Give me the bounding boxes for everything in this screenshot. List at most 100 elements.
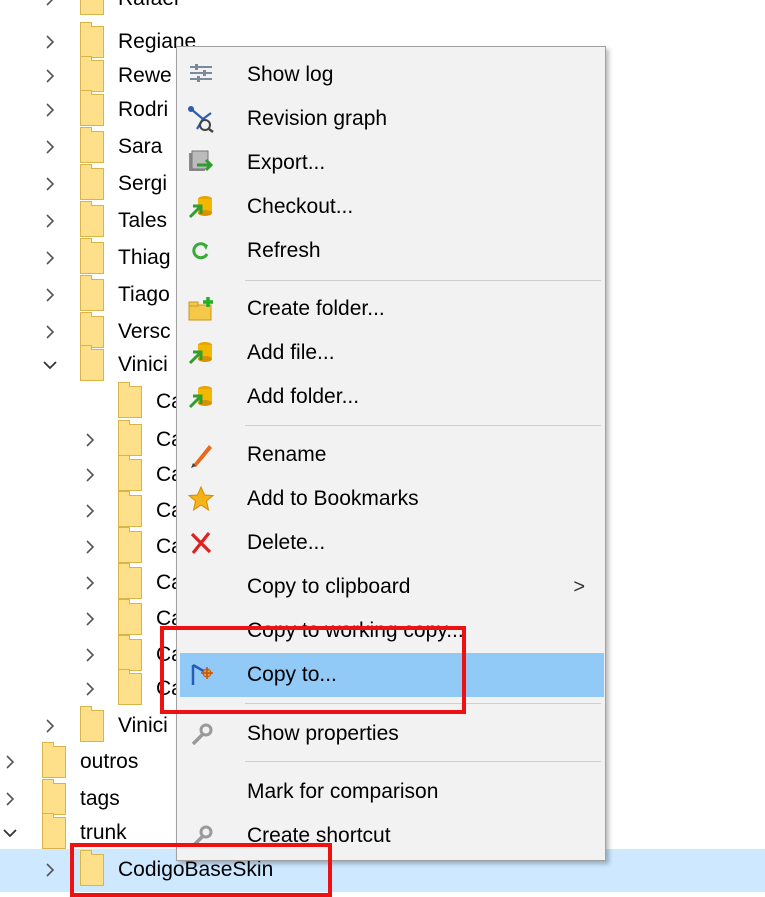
- chevron-down-icon[interactable]: [42, 357, 58, 373]
- menu-item-label: Create folder...: [247, 297, 385, 320]
- menu-item-revision-graph[interactable]: Revision graph: [177, 97, 605, 141]
- chevron-right-icon[interactable]: [82, 575, 98, 591]
- menu-item-add-file[interactable]: Add file...: [177, 331, 605, 375]
- folder-icon: [42, 779, 66, 815]
- chevron-right-icon[interactable]: [82, 467, 98, 483]
- menu-item-show-log[interactable]: Show log: [177, 53, 605, 97]
- menu-item-copy-to[interactable]: Copy to...: [180, 653, 604, 697]
- export-icon: [187, 149, 215, 177]
- create-folder-icon: [187, 295, 215, 323]
- tree-row-label: outros: [80, 750, 139, 773]
- menu-item-label: Add file...: [247, 341, 335, 364]
- folder-icon: [118, 382, 142, 418]
- chevron-right-icon[interactable]: [82, 611, 98, 627]
- chevron-right-icon[interactable]: [82, 681, 98, 697]
- menu-item-add-to-bookmarks[interactable]: Add to Bookmarks: [177, 477, 605, 521]
- menu-item-label: Checkout...: [247, 195, 354, 218]
- menu-item-label: Add to Bookmarks: [247, 487, 419, 510]
- folder-icon: [118, 420, 142, 456]
- folder-icon: [80, 850, 104, 886]
- folder-icon: [80, 238, 104, 274]
- tree-row[interactable]: Rafael: [0, 0, 765, 21]
- folder-icon: [80, 127, 104, 163]
- tree-row-label: Tiago: [118, 283, 170, 306]
- menu-item-create-shortcut[interactable]: Create shortcut: [177, 814, 605, 858]
- tree-row-label: Sara: [118, 135, 163, 158]
- folder-icon: [80, 201, 104, 237]
- tree-row-label: Vinici: [118, 353, 168, 376]
- chevron-right-icon[interactable]: [82, 503, 98, 519]
- tree-row-label: tags: [80, 787, 120, 810]
- tree-row-label: Rafael: [118, 0, 179, 11]
- chevron-right-icon[interactable]: [42, 34, 58, 50]
- folder-icon: [80, 706, 104, 742]
- chevron-down-icon[interactable]: [2, 825, 18, 841]
- menu-item-label: Rename: [247, 443, 327, 466]
- revision-graph-icon: [187, 105, 215, 133]
- chevron-right-icon[interactable]: [42, 718, 58, 734]
- chevron-right-icon[interactable]: [42, 324, 58, 340]
- copy-to-icon: [187, 661, 215, 689]
- chevron-right-icon[interactable]: [42, 0, 58, 7]
- menu-item-refresh[interactable]: Refresh: [177, 229, 605, 273]
- bookmark-star-icon: [187, 485, 215, 513]
- checkout-icon: [187, 193, 215, 221]
- chevron-right-icon[interactable]: [82, 432, 98, 448]
- menu-item-create-folder[interactable]: Create folder...: [177, 287, 605, 331]
- context-menu: Show log Revision graph Export... Checko…: [176, 46, 606, 861]
- folder-icon: [80, 345, 104, 381]
- menu-item-rename[interactable]: Rename: [177, 433, 605, 477]
- folder-icon: [118, 635, 142, 671]
- folder-icon: [80, 0, 104, 15]
- menu-item-show-properties[interactable]: Show properties: [177, 712, 605, 756]
- tree-row-label: Versc: [118, 320, 171, 343]
- folder-icon: [80, 275, 104, 311]
- delete-icon: [187, 529, 215, 557]
- chevron-right-icon[interactable]: [42, 102, 58, 118]
- tree-row-label: Tales: [118, 209, 168, 232]
- folder-icon: [118, 527, 142, 563]
- tree-row-label: Sergi: [118, 172, 168, 195]
- folder-icon: [80, 56, 104, 92]
- menu-item-delete[interactable]: Delete...: [177, 521, 605, 565]
- menu-separator: [245, 425, 601, 426]
- chevron-right-icon[interactable]: [42, 68, 58, 84]
- tree-row-label: CodigoBaseSkin: [118, 858, 274, 881]
- menu-item-copy-to-clipboard[interactable]: Copy to clipboard >: [177, 565, 605, 609]
- folder-icon: [80, 164, 104, 200]
- menu-separator: [245, 280, 601, 281]
- menu-item-label: Copy to...: [247, 663, 337, 686]
- menu-separator: [245, 761, 601, 762]
- folder-icon: [118, 563, 142, 599]
- chevron-right-icon[interactable]: [82, 539, 98, 555]
- create-shortcut-icon: [187, 822, 215, 850]
- tree-row-label: trunk: [80, 821, 127, 844]
- chevron-right-icon[interactable]: [42, 176, 58, 192]
- menu-item-copy-to-working-copy[interactable]: Copy to working copy...: [177, 609, 605, 653]
- menu-item-mark-for-comparison[interactable]: Mark for comparison: [177, 770, 605, 814]
- refresh-icon: [187, 237, 215, 265]
- menu-item-add-folder[interactable]: Add folder...: [177, 375, 605, 419]
- chevron-right-icon[interactable]: [42, 862, 58, 878]
- show-log-icon: [187, 61, 215, 89]
- chevron-right-icon[interactable]: [2, 791, 18, 807]
- folder-icon: [42, 742, 66, 778]
- submenu-arrow-icon: >: [573, 576, 585, 598]
- chevron-right-icon[interactable]: [42, 213, 58, 229]
- menu-item-label: Add folder...: [247, 385, 360, 408]
- menu-item-label: Copy to clipboard: [247, 575, 411, 598]
- folder-icon: [80, 22, 104, 58]
- chevron-right-icon[interactable]: [42, 139, 58, 155]
- menu-item-label: Show properties: [247, 722, 399, 745]
- menu-item-label: Create shortcut: [247, 824, 391, 847]
- chevron-right-icon[interactable]: [42, 287, 58, 303]
- menu-item-export[interactable]: Export...: [177, 141, 605, 185]
- chevron-right-icon[interactable]: [2, 754, 18, 770]
- chevron-right-icon[interactable]: [42, 250, 58, 266]
- properties-wrench-icon: [187, 720, 215, 748]
- menu-item-label: Copy to working copy...: [247, 619, 464, 642]
- chevron-right-icon[interactable]: [82, 647, 98, 663]
- add-file-icon: [187, 339, 215, 367]
- tree-row-label: Rewe: [118, 64, 172, 87]
- menu-item-checkout[interactable]: Checkout...: [177, 185, 605, 229]
